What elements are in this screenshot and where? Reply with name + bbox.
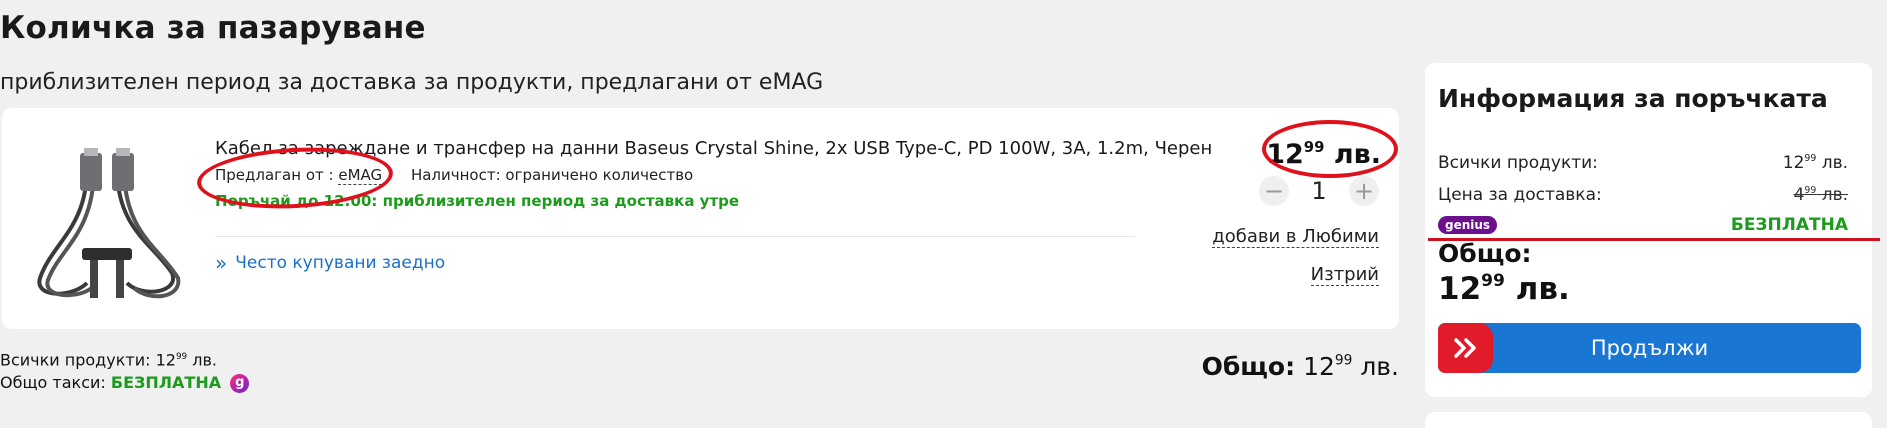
summary-delivery-currency: лв.	[1821, 185, 1848, 205]
quantity-stepper: − 1 +	[1259, 173, 1379, 209]
page-title: Количка за пазаруване	[0, 10, 426, 46]
double-chevron-right-icon: »	[215, 251, 228, 275]
cart-footer-total-cents: 99	[1334, 352, 1353, 369]
summary-delivery-free: БЕЗПЛАТНА	[1730, 215, 1848, 235]
summary-products-cents: 99	[1804, 153, 1817, 164]
bought-together-label: Често купувани заедно	[235, 253, 446, 273]
cart-footer-total-currency: лв.	[1360, 352, 1399, 381]
summary-products-whole: 12	[1782, 153, 1805, 173]
annotation-underline	[1428, 238, 1880, 241]
summary-total-cents: 99	[1481, 271, 1505, 292]
order-summary-title: Информация за поръчката	[1438, 84, 1828, 113]
summary-total-currency: лв.	[1515, 271, 1570, 307]
summary-genius-row: genius БЕЗПЛАТНА	[1438, 215, 1848, 235]
genius-icon: g	[230, 373, 250, 393]
cart-footer-fees-value: БЕЗПЛАТНА	[110, 372, 222, 392]
availability-text: Наличност: ограничено количество	[410, 166, 694, 184]
item-price-whole: 12	[1266, 139, 1304, 171]
genius-badge: genius	[1438, 216, 1498, 234]
cart-footer-products: Всички продукти: 1299 лв.	[0, 346, 249, 372]
product-image[interactable]	[32, 148, 184, 303]
cart-footer-total-label: Общо:	[1201, 352, 1296, 381]
order-summary-card: Информация за поръчката Всички продукти:…	[1425, 63, 1872, 397]
cart-footer-fees: Общо такси: БЕЗПЛАТНА g	[0, 372, 250, 394]
continue-button[interactable]: Продължи	[1438, 323, 1861, 373]
delivery-estimate: Поръчай до 12:00: приблизителен период з…	[215, 192, 740, 210]
double-chevron-right-icon	[1438, 323, 1493, 373]
next-card	[1425, 412, 1872, 428]
seller-link[interactable]: eMAG	[338, 166, 383, 185]
cart-footer-total-whole: 12	[1303, 352, 1335, 381]
seller-row: Предлаган от : eMAG Наличност: ограничен…	[215, 166, 694, 185]
summary-delivery-label: Цена за доставка:	[1438, 185, 1602, 205]
summary-total-whole: 12	[1438, 271, 1482, 307]
quantity-decrease-button[interactable]: −	[1259, 176, 1289, 206]
summary-delivery-row: Цена за доставка: 499 лв.	[1438, 185, 1848, 205]
cart-footer-products-whole: 12	[155, 350, 176, 370]
cart-item-card: Кабел за зареждане и трансфер на данни B…	[2, 108, 1399, 329]
divider	[215, 236, 1135, 237]
quantity-increase-button[interactable]: +	[1349, 176, 1379, 206]
cart-footer-products-cents: 99	[175, 352, 188, 362]
cart-footer-fees-label: Общо такси:	[0, 372, 106, 392]
continue-button-label: Продължи	[1590, 336, 1709, 360]
cart-footer-summary: Всички продукти: 1299 лв. Общо такси: БЕ…	[0, 346, 250, 394]
add-to-favorites-link[interactable]: добави в Любими	[1212, 226, 1379, 248]
summary-total-value: 1299 лв.	[1438, 271, 1570, 307]
quantity-value[interactable]: 1	[1311, 177, 1326, 205]
summary-delivery-whole: 4	[1793, 185, 1805, 205]
summary-products-label: Всички продукти:	[1438, 153, 1598, 173]
cart-footer-products-label: Всички продукти:	[0, 350, 151, 370]
summary-products-value: 1299 лв.	[1783, 153, 1848, 173]
delete-item-link[interactable]: Изтрий	[1310, 264, 1379, 286]
summary-delivery-value: 499 лв.	[1794, 185, 1848, 205]
summary-total-label: Общо:	[1438, 239, 1532, 268]
item-price: 1299 лв.	[1266, 138, 1381, 170]
summary-products-currency: лв.	[1821, 153, 1848, 173]
cart-footer-total: Общо: 1299 лв.	[1202, 352, 1399, 381]
cart-footer-products-currency: лв.	[192, 350, 217, 370]
item-price-currency: лв.	[1333, 139, 1381, 171]
item-price-cents: 99	[1303, 138, 1325, 156]
product-title[interactable]: Кабел за зареждане и трансфер на данни B…	[215, 138, 1212, 159]
seller-prefix: Предлаган от :	[215, 166, 334, 184]
summary-products-row: Всички продукти: 1299 лв.	[1438, 153, 1848, 173]
bought-together-link[interactable]: » Често купувани заедно	[215, 253, 445, 273]
summary-delivery-cents: 99	[1804, 185, 1817, 196]
delivery-heading: приблизителен период за доставка за прод…	[0, 70, 824, 95]
